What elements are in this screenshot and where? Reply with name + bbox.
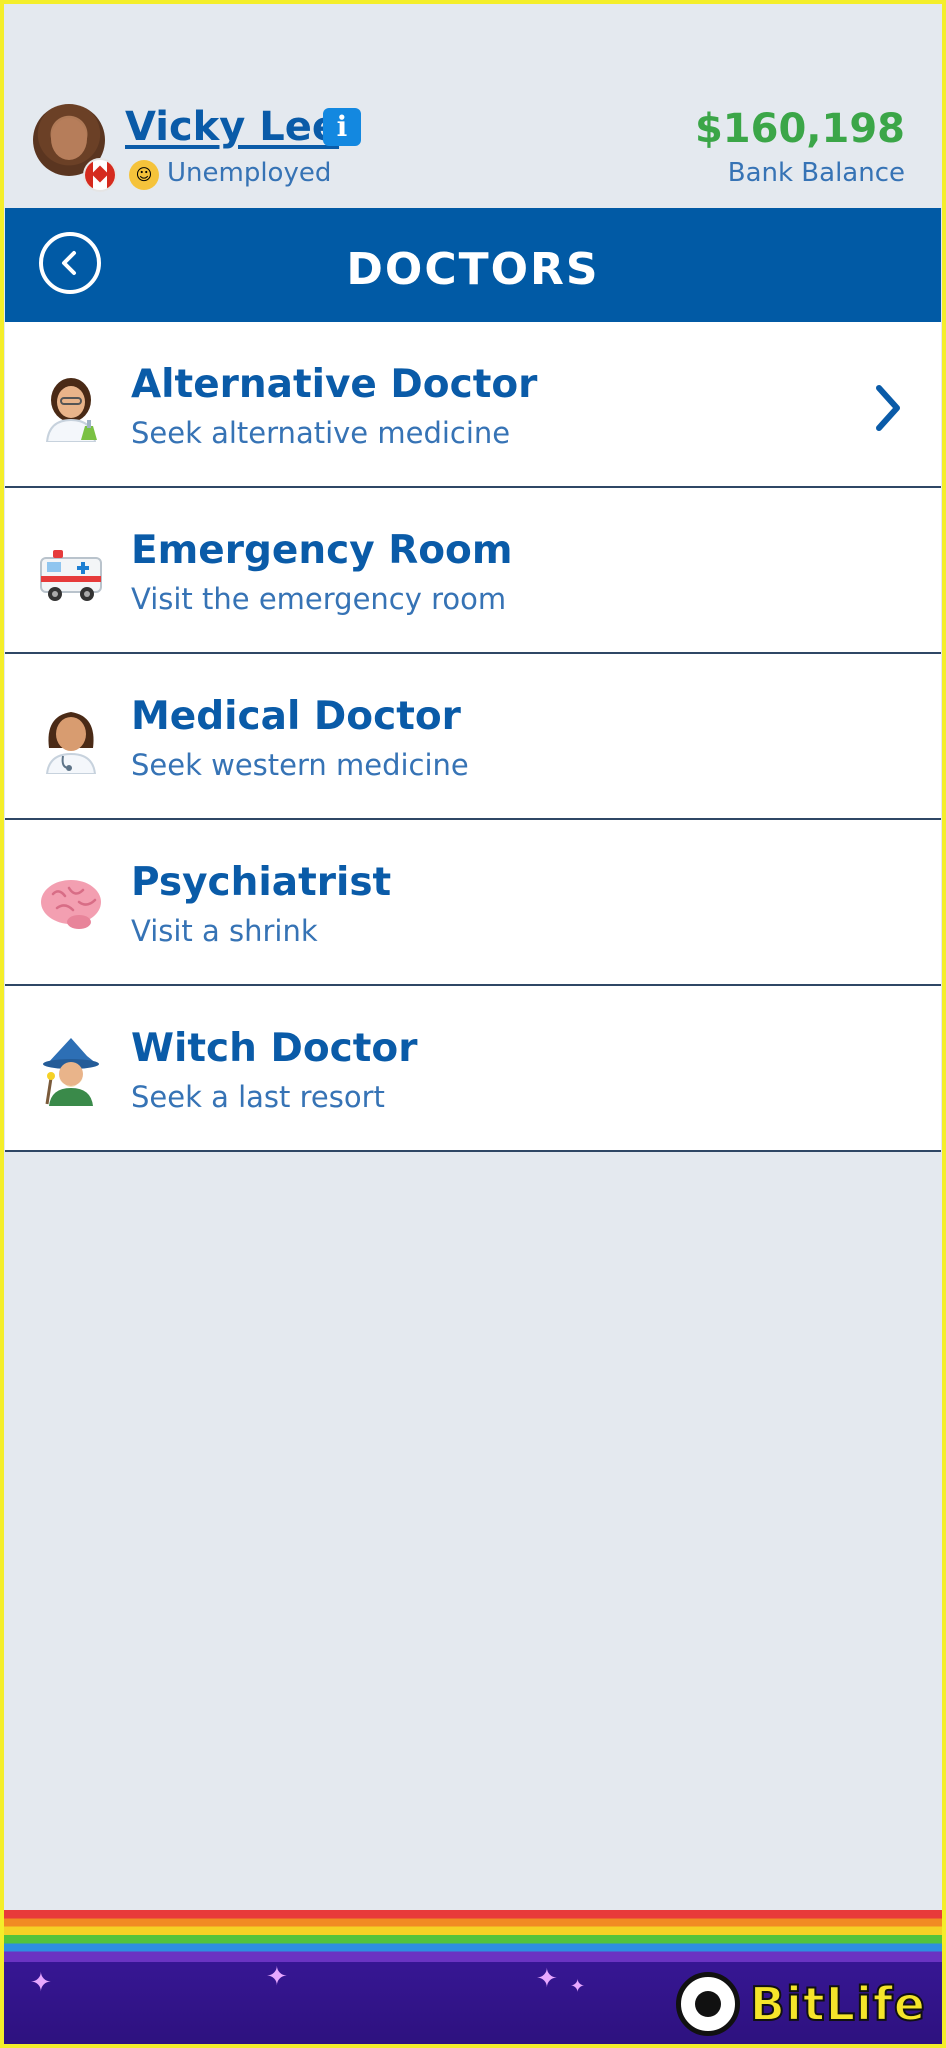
doctor-list: Alternative Doctor Seek alternative medi… <box>5 322 941 1152</box>
bank-balance-value: $160,198 <box>694 106 905 152</box>
title-bar: DOCTORS <box>5 208 941 322</box>
list-item-witch-doctor[interactable]: Witch Doctor Seek a last resort <box>5 986 941 1152</box>
footer-banner: ✦ ✦ ✦ ✦ BitLife <box>0 1910 946 2048</box>
item-title: Medical Doctor <box>131 694 461 739</box>
sparkle-icon: ✦ <box>536 1964 558 1994</box>
avatar-face <box>51 118 87 160</box>
item-subtitle: Visit the emergency room <box>131 582 507 616</box>
list-item-alternative-doctor[interactable]: Alternative Doctor Seek alternative medi… <box>5 322 941 488</box>
character-name[interactable]: Vicky Lee <box>125 104 339 150</box>
list-item-medical-doctor[interactable]: Medical Doctor Seek western medicine <box>5 654 941 820</box>
item-subtitle: Seek alternative medicine <box>131 416 511 450</box>
list-item-emergency-room[interactable]: Emergency Room Visit the emergency room <box>5 488 941 654</box>
page-title: DOCTORS <box>346 244 600 295</box>
bank-balance-label: Bank Balance <box>727 158 905 188</box>
list-item-psychiatrist[interactable]: Psychiatrist Visit a shrink <box>5 820 941 986</box>
brain-icon <box>41 880 101 929</box>
sparkle-icon: ✦ <box>266 1962 288 1992</box>
item-title: Psychiatrist <box>131 860 392 905</box>
chevron-right-icon <box>876 385 900 431</box>
item-title: Witch Doctor <box>131 1026 418 1071</box>
item-subtitle: Seek a last resort <box>131 1080 385 1114</box>
bitlife-logo-icon <box>675 1972 740 2036</box>
item-title: Emergency Room <box>131 528 513 573</box>
logo-text: BitLife <box>749 1976 926 2032</box>
wizard-icon <box>43 1038 99 1106</box>
rainbow-stripe <box>0 1910 946 1962</box>
info-icon[interactable]: i <box>323 108 361 146</box>
item-title: Alternative Doctor <box>131 362 538 407</box>
job-status: Unemployed <box>167 158 332 188</box>
bitlife-logo: BitLife <box>675 1964 926 2044</box>
item-subtitle: Visit a shrink <box>131 914 318 948</box>
ambulance-icon <box>40 550 102 601</box>
grimacing-face-icon: ☺ <box>129 160 159 190</box>
character-header: Vicky Lee i ☺ Unemployed $160,198 Bank B… <box>5 0 941 208</box>
health-worker-icon <box>45 712 97 774</box>
sparkle-icon: ✦ <box>30 1968 52 1998</box>
doctor-scientist-icon <box>45 378 97 442</box>
sparkle-icon: ✦ <box>570 1976 586 1997</box>
canada-flag-icon <box>83 158 117 192</box>
item-subtitle: Seek western medicine <box>131 748 469 782</box>
